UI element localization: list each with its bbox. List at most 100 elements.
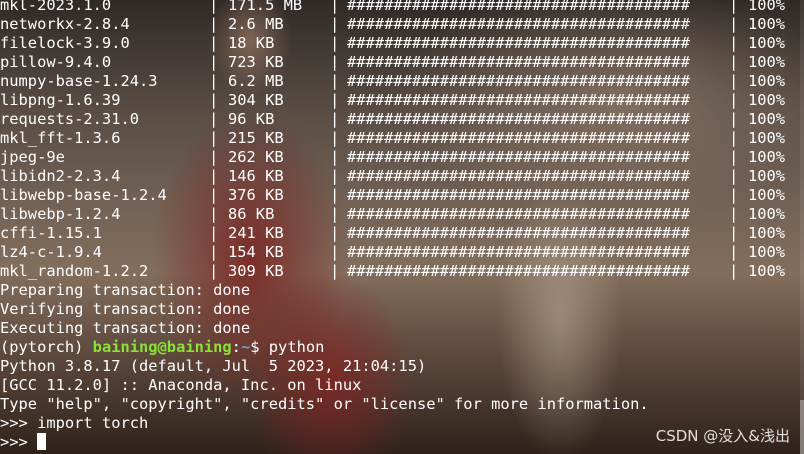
package-name: mkl-2023.1.0 [0,0,112,14]
package-row: libwebp-1.2.4 | 86 KB | ####################… [0,205,800,224]
status-line-verifying: Verifying transaction: done [0,300,251,318]
package-size: 304 KB [228,91,284,109]
status-line-executing: Executing transaction: done [0,319,251,337]
progress-percent: 100% [748,0,786,14]
column-separator: | [209,53,219,71]
column-separator: | [729,53,739,71]
package-name: cffi-1.15.1 [0,224,102,242]
package-size: 18 KB [228,34,275,52]
column-separator: | [330,262,340,280]
column-separator: | [330,91,340,109]
progress-percent: 100% [748,91,786,109]
package-name: mkl_fft-1.3.6 [0,129,121,147]
column-separator: | [209,34,219,52]
progress-bar: ##################################### [347,91,700,109]
current-path: ~ [240,338,251,356]
column-separator: | [209,243,219,261]
package-size: 146 KB [228,167,284,185]
package-size: 6.2 MB [228,72,284,90]
progress-bar: ##################################### [347,205,700,223]
package-name: filelock-3.9.0 [0,34,130,52]
package-name: networkx-2.8.4 [0,15,130,33]
package-row: pillow-9.4.0 | 723 KB | ####################… [0,53,800,72]
package-size: 96 KB [228,110,275,128]
repl-active-prompt[interactable]: >>> [0,433,47,452]
column-separator: | [330,205,340,223]
repl-input-line: >>> import torch [0,414,149,432]
scrollbar-thumb[interactable] [800,400,804,454]
column-separator: | [729,243,739,261]
shell-command: python [268,338,325,356]
package-name: requests-2.31.0 [0,110,139,128]
progress-bar: ##################################### [347,148,700,166]
progress-bar: ##################################### [347,110,700,128]
column-separator: | [209,167,219,185]
column-separator: | [330,0,340,14]
package-size: 241 KB [228,224,284,242]
progress-bar: ##################################### [347,53,700,71]
package-row: requests-2.31.0 | 96 KB | ##################… [0,110,800,129]
progress-bar: ##################################### [347,243,700,261]
column-separator: | [209,205,219,223]
column-separator: | [209,110,219,128]
package-row: filelock-3.9.0 | 18 KB | ###################… [0,34,800,53]
progress-percent: 100% [748,53,786,71]
package-name: mkl_random-1.2.2 [0,262,149,280]
package-row: libwebp-base-1.2.4 | 376 KB | ##############… [0,186,800,205]
progress-bar: ##################################### [347,186,700,204]
progress-bar: ##################################### [347,262,700,280]
column-separator: | [330,243,340,261]
package-row: cffi-1.15.1 | 241 KB | #####################… [0,224,800,243]
package-size: 262 KB [228,148,284,166]
conda-env-label: (pytorch) [0,338,93,356]
column-separator: | [330,110,340,128]
terminal-window[interactable]: mkl-2023.1.0 | 171.5 MB | ##################… [0,0,804,454]
column-separator: | [209,72,219,90]
progress-percent: 100% [748,72,786,90]
column-separator: | [729,129,739,147]
column-separator: | [729,167,739,185]
column-separator: | [209,91,219,109]
column-separator: | [330,72,340,90]
package-size: 2.6 MB [228,15,284,33]
progress-percent: 100% [748,110,786,128]
package-row: libpng-1.6.39 | 304 KB | ###################… [0,91,800,110]
package-row: jpeg-9e | 262 KB | #########################… [0,148,800,167]
column-separator: | [729,0,739,14]
column-separator: | [209,0,219,14]
package-row: networkx-2.8.4 | 2.6 MB | ##################… [0,15,800,34]
column-separator: | [729,72,739,90]
shell-prompt-line: (pytorch) baining@baining:~$ python [0,338,324,357]
progress-percent: 100% [748,15,786,33]
column-separator: | [330,15,340,33]
column-separator: | [209,148,219,166]
status-line-preparing: Preparing transaction: done [0,281,251,299]
package-name: jpeg-9e [0,148,65,166]
package-size: 171.5 MB [228,0,303,14]
package-name: libpng-1.6.39 [0,91,121,109]
column-separator: | [729,15,739,33]
package-row: mkl_fft-1.3.6 | 215 KB | ###################… [0,129,800,148]
column-separator: | [330,53,340,71]
csdn-watermark: CSDN @没入&浅出 [655,427,790,445]
package-size: 723 KB [228,53,284,71]
progress-percent: 100% [748,167,786,185]
package-name: libidn2-2.3.4 [0,167,121,185]
user-host: baining@baining [92,338,232,356]
repl-prompt: >>> [0,433,38,451]
column-separator: | [729,34,739,52]
package-row: mkl_random-1.2.2 | 309 KB | ################… [0,262,800,281]
progress-bar: ##################################### [347,129,700,147]
package-row: libidn2-2.3.4 | 146 KB | ###################… [0,167,800,186]
progress-percent: 100% [748,148,786,166]
package-size: 154 KB [228,243,284,261]
progress-percent: 100% [748,205,786,223]
prompt-colon: : [231,338,241,356]
column-separator: | [330,167,340,185]
python-version-line: Python 3.8.17 (default, Jul 5 2023, 21:0… [0,357,427,375]
package-name: libwebp-1.2.4 [0,205,121,223]
column-separator: | [330,224,340,242]
prompt-symbol: $ [250,338,269,356]
scrollbar[interactable] [800,0,804,454]
column-separator: | [209,224,219,242]
